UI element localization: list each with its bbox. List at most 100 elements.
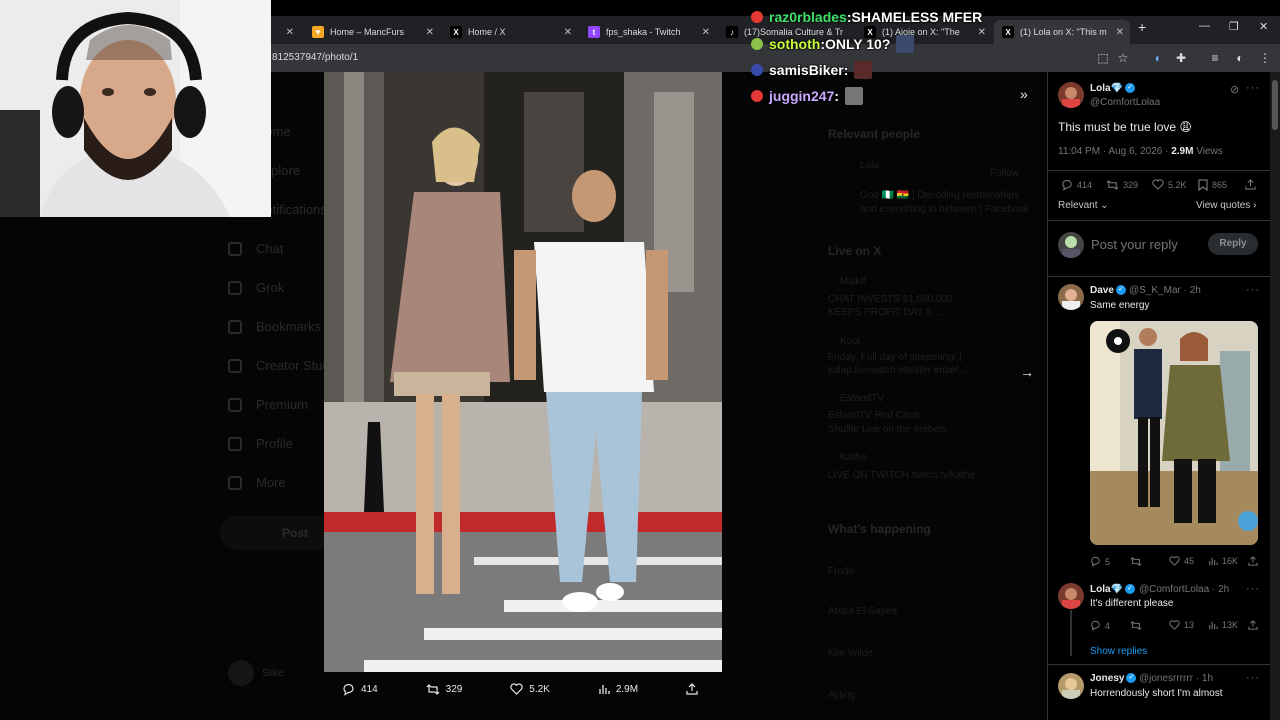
- reply-views-stat[interactable]: 16K: [1208, 556, 1238, 566]
- show-replies-link[interactable]: Show replies: [1090, 646, 1147, 657]
- share-action[interactable]: [686, 683, 704, 695]
- reply-action[interactable]: 414: [342, 683, 378, 696]
- tab-twitch[interactable]: t fps_shaka - Twitch ✕: [580, 20, 716, 44]
- nav-more[interactable]: More: [228, 475, 286, 490]
- reply-reply-stat[interactable]: 5: [1090, 556, 1110, 567]
- live-text[interactable]: kalap livewatch #twitter #nbet...: [828, 365, 967, 376]
- repost-action[interactable]: 329: [426, 683, 462, 696]
- account-switcher[interactable]: Slike: [228, 660, 284, 686]
- tab-mancfurs[interactable]: ▼ Home – MancFurs ✕: [304, 20, 440, 44]
- bookmark-star-icon[interactable]: ☆: [1114, 49, 1132, 67]
- profile-avatar-icon[interactable]: ◐: [1231, 49, 1249, 67]
- follow-button[interactable]: Follow: [990, 168, 1019, 179]
- tab-close-icon[interactable]: ✕: [702, 27, 710, 38]
- panel-scrollbar[interactable]: [1270, 72, 1280, 720]
- reply-reply-stat[interactable]: 4: [1090, 620, 1110, 631]
- tab-partial[interactable]: ✕: [272, 20, 302, 44]
- author-name[interactable]: Lola💎 ✓: [1090, 83, 1136, 94]
- reply-handle[interactable]: @jonesrrrrrr · 1h: [1139, 673, 1213, 684]
- minimize-button[interactable]: —: [1199, 20, 1210, 32]
- extension-icon[interactable]: ◖: [1148, 49, 1166, 67]
- nav-chat[interactable]: Chat: [228, 241, 283, 256]
- tab-close-icon[interactable]: ✕: [286, 27, 294, 38]
- tab-close-icon[interactable]: ✕: [978, 27, 986, 38]
- trend-item[interactable]: Frodo: [828, 566, 854, 577]
- chat-username[interactable]: raz0rblades: [769, 9, 847, 25]
- reply-author-name[interactable]: Jonesy ✓: [1090, 673, 1137, 684]
- reply-like-stat[interactable]: 45: [1169, 556, 1194, 566]
- chat-badge-icon: [751, 90, 763, 102]
- tab-lola[interactable]: X (1) Lola on X: "This m ✕: [994, 20, 1130, 44]
- tweet-share-stat[interactable]: [1245, 179, 1260, 190]
- tab-home-x[interactable]: X Home / X ✕: [442, 20, 578, 44]
- trend-item[interactable]: Kim Wilde: [828, 648, 873, 659]
- more-options-icon[interactable]: ···: [1246, 583, 1260, 595]
- live-text[interactable]: Friday, Full day of streaming! |: [828, 352, 962, 363]
- maximize-button[interactable]: ❐: [1229, 20, 1239, 33]
- sort-dropdown[interactable]: Relevant ⌄: [1058, 200, 1109, 211]
- nav-grok[interactable]: Grok: [228, 280, 284, 295]
- trend-item[interactable]: Abdul El-Sayed: [828, 606, 897, 617]
- chat-separator: :: [834, 88, 840, 104]
- live-name: Kathe: [840, 452, 867, 463]
- reply-views-stat[interactable]: 13K: [1208, 620, 1238, 630]
- tweet-like-stat[interactable]: 5.2K: [1152, 179, 1187, 190]
- reply-author-avatar[interactable]: [1058, 583, 1084, 609]
- reply-author-avatar[interactable]: [1058, 673, 1084, 699]
- reading-list-icon[interactable]: ≡: [1206, 49, 1224, 67]
- author-handle[interactable]: @ComfortLolaa: [1090, 97, 1160, 108]
- tweet-bookmark-stat[interactable]: 865: [1198, 179, 1227, 191]
- chat-username[interactable]: juggin247: [769, 88, 834, 104]
- chat-username[interactable]: sothoth: [769, 36, 820, 52]
- live-name: EsfandTV: [840, 393, 884, 404]
- reply-button[interactable]: Reply: [1208, 233, 1258, 255]
- reply-like-stat[interactable]: 13: [1169, 620, 1194, 630]
- tweet-reply-stat[interactable]: 414: [1061, 179, 1092, 191]
- live-text[interactable]: CHAT INVESTS $1,000,000: [828, 294, 953, 305]
- close-window-button[interactable]: ✕: [1259, 20, 1268, 33]
- more-options-icon[interactable]: ···: [1246, 82, 1260, 94]
- panel-scrollbar-thumb[interactable]: [1272, 80, 1278, 130]
- live-text[interactable]: LIVE ON TWITCH twitch.tv/kathe: [828, 470, 975, 481]
- view-quotes-link[interactable]: View quotes ›: [1196, 200, 1256, 211]
- tab-close-icon[interactable]: ✕: [426, 27, 434, 38]
- x-icon: X: [1002, 26, 1014, 38]
- reply-repost-stat[interactable]: [1130, 556, 1146, 567]
- extensions-puzzle-icon[interactable]: ✚: [1172, 49, 1190, 67]
- collapse-panel-icon[interactable]: »: [1020, 86, 1028, 102]
- live-text[interactable]: Shuffle Live on the #rebels: [828, 424, 946, 435]
- new-tab-button[interactable]: +: [1138, 19, 1146, 35]
- reply-author-avatar[interactable]: [1058, 284, 1084, 310]
- reply-author-name[interactable]: Dave ✓: [1090, 285, 1126, 296]
- more-options-icon[interactable]: ···: [1246, 284, 1260, 296]
- next-image-arrow-icon[interactable]: →: [1020, 364, 1034, 380]
- grok-icon[interactable]: ⊘: [1230, 83, 1240, 96]
- url-text[interactable]: 812537947/photo/1: [272, 52, 358, 63]
- reply-input[interactable]: Post your reply: [1091, 237, 1178, 252]
- trend-item[interactable]: Ayling: [828, 690, 855, 701]
- author-avatar[interactable]: [1058, 82, 1084, 108]
- avatar-image: [1062, 588, 1080, 609]
- browser-menu-icon[interactable]: ⋮: [1256, 49, 1274, 67]
- chat-username[interactable]: samisBiker: [769, 62, 844, 78]
- install-app-icon[interactable]: ⬚: [1094, 49, 1112, 67]
- live-text[interactable]: KEEPS PROFIT DAY 5-...: [828, 307, 943, 318]
- nav-premium[interactable]: Premium: [228, 397, 308, 412]
- reply-repost-stat[interactable]: [1130, 620, 1146, 631]
- like-action[interactable]: 5.2K: [510, 683, 550, 695]
- tweet-photo[interactable]: [324, 72, 722, 672]
- nav-profile[interactable]: Profile: [228, 436, 293, 451]
- reply-handle[interactable]: @S_K_Mar · 2h: [1129, 285, 1201, 296]
- live-text[interactable]: EsfandTV Red Circle: [828, 410, 921, 421]
- views-action[interactable]: 2.9M: [598, 683, 638, 695]
- tweet-repost-stat[interactable]: 329: [1106, 179, 1138, 191]
- reply-author-name[interactable]: Lola💎 ✓: [1090, 584, 1136, 595]
- nav-bookmarks[interactable]: Bookmarks: [228, 319, 321, 334]
- reply-image[interactable]: [1090, 321, 1258, 545]
- more-options-icon[interactable]: ···: [1246, 672, 1260, 684]
- tab-close-icon[interactable]: ✕: [1116, 27, 1124, 38]
- tab-close-icon[interactable]: ✕: [564, 27, 572, 38]
- reply-share-stat[interactable]: [1248, 620, 1262, 630]
- reply-handle[interactable]: @ComfortLolaa · 2h: [1139, 584, 1229, 595]
- reply-share-stat[interactable]: [1248, 556, 1262, 566]
